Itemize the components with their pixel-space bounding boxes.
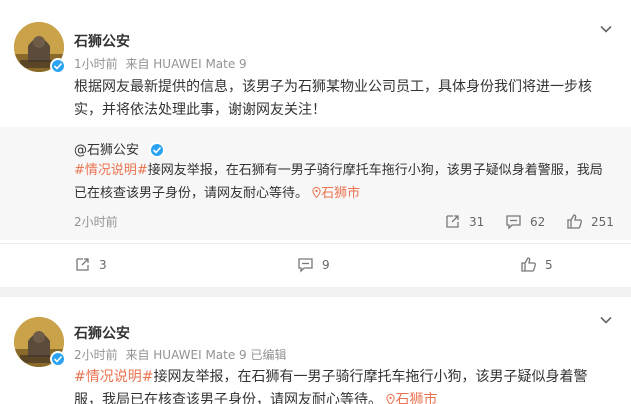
repost-count: 3 bbox=[99, 257, 107, 272]
post-time[interactable]: 1小时前 bbox=[74, 57, 118, 71]
comment-button[interactable]: 9 bbox=[297, 256, 330, 273]
chevron-down-icon[interactable] bbox=[599, 313, 613, 327]
post-source: 来自 HUAWEI Mate 9 bbox=[125, 57, 247, 71]
action-bar-divider bbox=[0, 243, 631, 244]
like-icon bbox=[567, 214, 582, 229]
comment-count: 62 bbox=[530, 214, 546, 229]
post-meta: 1小时前 来自 HUAWEI Mate 9 bbox=[74, 55, 251, 72]
location-name[interactable]: 石狮市 bbox=[321, 186, 360, 201]
post-author[interactable]: 石狮公安 bbox=[74, 323, 130, 343]
like-button[interactable]: 5 bbox=[520, 256, 553, 273]
like-count: 5 bbox=[545, 257, 553, 272]
repost-time[interactable]: 2小时前 bbox=[74, 213, 118, 230]
topic-tag[interactable]: #情况说明# bbox=[74, 369, 153, 385]
verified-icon bbox=[50, 58, 66, 74]
comment-icon bbox=[506, 215, 521, 230]
location-link[interactable]: 石狮市 bbox=[312, 186, 360, 201]
repost-comment-button[interactable]: 62 bbox=[505, 213, 545, 230]
like-count: 251 bbox=[591, 214, 614, 229]
repost-button[interactable]: 3 bbox=[74, 256, 107, 273]
comment-icon bbox=[298, 258, 313, 273]
post-meta: 2小时前 来自 HUAWEI Mate 9 已编辑 bbox=[74, 346, 291, 363]
repost-count: 31 bbox=[469, 214, 485, 229]
repost-text: #情况说明#接网友举报，在石狮有一男子骑行摩托车拖行小狗，该男子疑似身着警服，我… bbox=[74, 159, 614, 205]
post-source: 来自 HUAWEI Mate 9 已编辑 bbox=[125, 348, 287, 362]
post-time[interactable]: 2小时前 bbox=[74, 348, 118, 362]
location-name[interactable]: 石狮市 bbox=[395, 392, 437, 404]
verified-icon bbox=[50, 351, 66, 367]
repost-repost-button[interactable]: 31 bbox=[444, 213, 484, 230]
repost-author[interactable]: @石狮公安 bbox=[74, 139, 166, 159]
post-text: #情况说明#接网友举报，在石狮有一男子骑行摩托车拖行小狗，该男子疑似身着警服，我… bbox=[74, 366, 604, 404]
repost-author-name[interactable]: @石狮公安 bbox=[74, 143, 139, 158]
verified-icon bbox=[149, 141, 166, 158]
chevron-down-icon[interactable] bbox=[599, 22, 613, 36]
repost-icon bbox=[446, 215, 459, 228]
comment-count: 9 bbox=[322, 257, 330, 272]
location-link[interactable]: 石狮市 bbox=[386, 392, 437, 404]
like-icon bbox=[521, 257, 536, 272]
weibo-post-card: 石狮公安 2小时前 来自 HUAWEI Mate 9 已编辑 #情况说明#接网友… bbox=[0, 297, 631, 404]
post-text: 根据网友最新提供的信息，该男子为石狮某物业公司员工，具体身份我们将进一步核实，并… bbox=[74, 79, 592, 118]
post-author[interactable]: 石狮公安 bbox=[74, 31, 130, 51]
repost-like-button[interactable]: 251 bbox=[566, 213, 614, 230]
weibo-post-card: 石狮公安 1小时前 来自 HUAWEI Mate 9 根据网友最新提供的信息，该… bbox=[0, 0, 631, 287]
repost-block[interactable]: @石狮公安 #情况说明#接网友举报，在石狮有一男子骑行摩托车拖行小狗，该男子疑似… bbox=[0, 127, 631, 240]
repost-icon bbox=[76, 258, 89, 271]
topic-tag[interactable]: #情况说明# bbox=[74, 163, 148, 178]
location-pin-icon bbox=[312, 187, 321, 199]
